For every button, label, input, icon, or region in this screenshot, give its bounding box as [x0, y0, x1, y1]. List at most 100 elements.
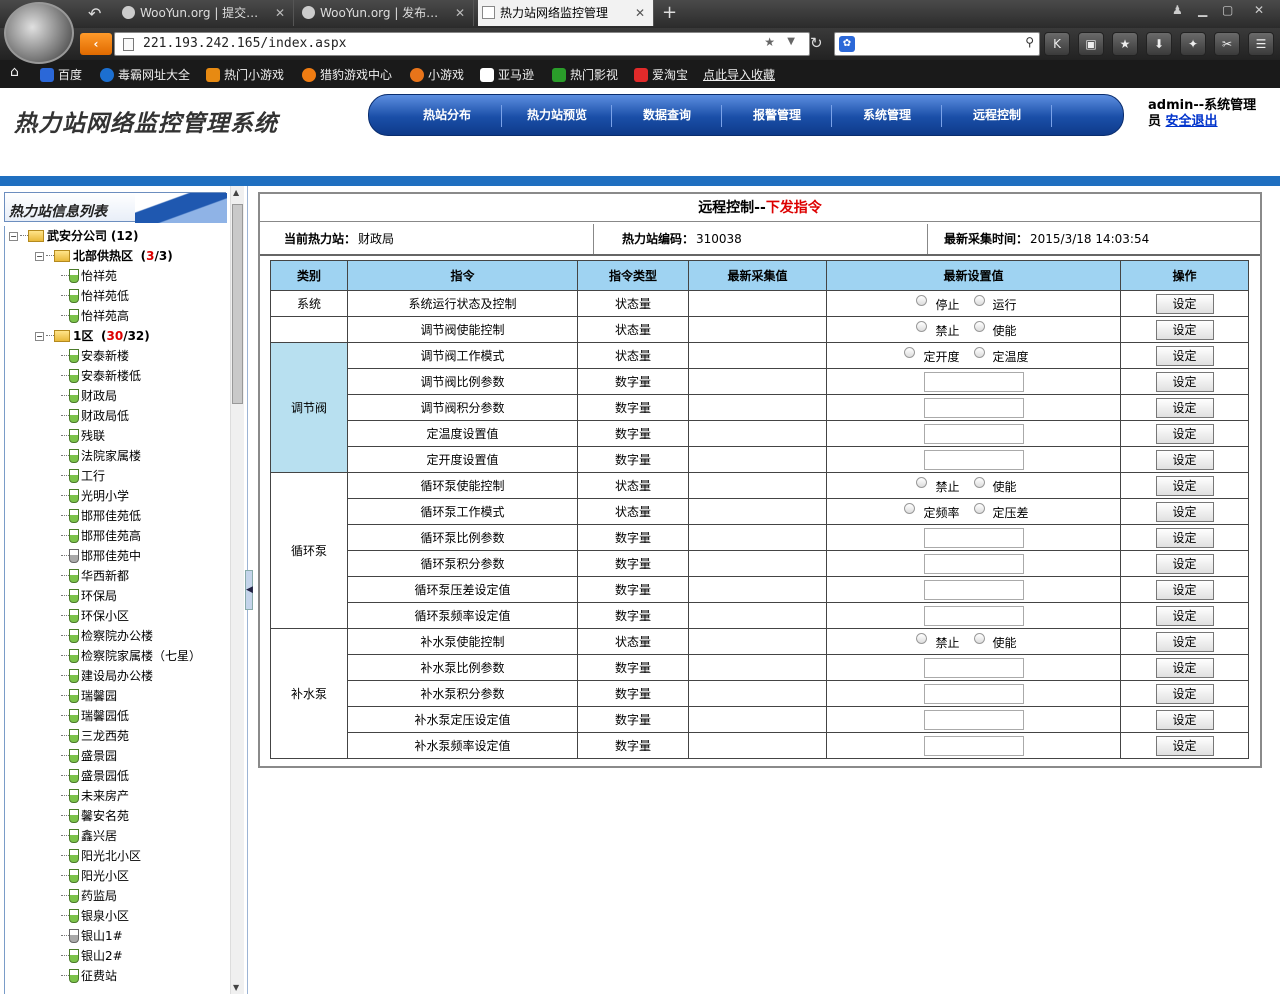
favorites-icon[interactable]: ★: [1112, 32, 1138, 56]
setting-value-input[interactable]: [923, 449, 1024, 470]
home-icon[interactable]: ⌂: [10, 64, 19, 80]
browser-tab-active[interactable]: 热力站网络监控管理 ✕: [478, 0, 654, 26]
tree-node-station[interactable]: 残联: [61, 426, 105, 446]
radio-option[interactable]: [916, 477, 928, 488]
game-icon[interactable]: ✦: [1180, 32, 1206, 56]
bookmark-item[interactable]: 小游戏: [410, 66, 464, 83]
browser-tab[interactable]: WooYun.org | 发布… ✕: [298, 0, 474, 26]
scroll-down-icon[interactable]: ▼: [233, 983, 239, 992]
setting-value-input[interactable]: [923, 709, 1024, 730]
nav-system[interactable]: 系统管理: [832, 95, 942, 135]
radio-option[interactable]: [904, 347, 916, 358]
set-button[interactable]: 设定: [1155, 449, 1214, 470]
tree-node-station[interactable]: 盛景园低: [61, 766, 129, 786]
tree-node-station[interactable]: 安泰新楼: [61, 346, 129, 366]
radio-option[interactable]: [973, 347, 985, 358]
setting-value-input[interactable]: [923, 527, 1024, 548]
tools-icon[interactable]: ✂: [1214, 32, 1240, 56]
search-engine-icon[interactable]: ✿: [839, 36, 855, 52]
set-button[interactable]: 设定: [1155, 735, 1214, 756]
tree-node-station[interactable]: 药监局: [61, 886, 117, 906]
radio-option[interactable]: [973, 321, 985, 332]
tree-node-station[interactable]: 工行: [61, 466, 105, 486]
nav-remote-control[interactable]: 远程控制: [942, 95, 1052, 135]
setting-value-input[interactable]: [923, 397, 1024, 418]
tree-node-district[interactable]: − 北部供热区 (3/3): [35, 246, 173, 266]
set-button[interactable]: 设定: [1155, 657, 1214, 678]
set-button[interactable]: 设定: [1155, 709, 1214, 730]
bookmark-import-link[interactable]: 点此导入收藏: [703, 66, 775, 83]
skin-icon[interactable]: ♟: [1172, 3, 1183, 17]
set-button[interactable]: 设定: [1155, 371, 1214, 392]
bookmark-item[interactable]: 热门小游戏: [206, 66, 284, 83]
set-button[interactable]: 设定: [1155, 319, 1214, 340]
tree-node-station[interactable]: 征费站: [61, 966, 117, 986]
window-close-icon[interactable]: ✕: [1254, 3, 1264, 17]
tree-node-station[interactable]: 怡祥苑: [61, 266, 117, 286]
search-icon[interactable]: ⚲: [1025, 35, 1034, 49]
set-button[interactable]: 设定: [1155, 631, 1214, 652]
tab-close-icon[interactable]: ✕: [635, 0, 645, 26]
address-url[interactable]: 221.193.242.165/index.aspx: [143, 36, 347, 51]
setting-value-input[interactable]: [923, 735, 1024, 756]
lock-icon[interactable]: ▣: [1078, 32, 1104, 56]
setting-value-input[interactable]: [923, 657, 1024, 678]
reload-icon[interactable]: ↻: [810, 34, 823, 52]
tree-node-station[interactable]: 安泰新楼低: [61, 366, 141, 386]
radio-option[interactable]: [916, 295, 928, 306]
logout-link[interactable]: 安全退出: [1166, 114, 1218, 129]
setting-value-input[interactable]: [923, 423, 1024, 444]
tab-close-icon[interactable]: ✕: [275, 0, 285, 26]
radio-option[interactable]: [973, 503, 985, 514]
set-button[interactable]: 设定: [1155, 553, 1214, 574]
tree-node-station[interactable]: 环保小区: [61, 606, 129, 626]
tree-node-station[interactable]: 邯邢佳苑中: [61, 546, 141, 566]
set-button[interactable]: 设定: [1155, 345, 1214, 366]
tree-node-station[interactable]: 阳光小区: [61, 866, 129, 886]
tree-node-station[interactable]: 光明小学: [61, 486, 129, 506]
browser-tab[interactable]: WooYun.org | 提交… ✕: [118, 0, 294, 26]
set-button[interactable]: 设定: [1155, 683, 1214, 704]
radio-option[interactable]: [973, 295, 985, 306]
radio-option[interactable]: [973, 477, 985, 488]
tree-node-station[interactable]: 财政局低: [61, 406, 129, 426]
minimize-icon[interactable]: ▁: [1198, 3, 1207, 17]
tree-node-company[interactable]: − 武安分公司 (12): [9, 226, 139, 246]
set-button[interactable]: 设定: [1155, 579, 1214, 600]
setting-value-input[interactable]: [923, 683, 1024, 704]
tree-node-station[interactable]: 环保局: [61, 586, 117, 606]
tree-node-station[interactable]: 瑞馨园: [61, 686, 117, 706]
tree-node-station[interactable]: 未来房产: [61, 786, 129, 806]
bookmark-star-icon[interactable]: ★: [764, 35, 775, 49]
radio-option[interactable]: [904, 503, 916, 514]
tree-node-station[interactable]: 华西新都: [61, 566, 129, 586]
search-input[interactable]: ✿ ⚲: [834, 32, 1040, 56]
setting-value-input[interactable]: [923, 605, 1024, 626]
set-button[interactable]: 设定: [1155, 527, 1214, 548]
maximize-icon[interactable]: ▢: [1222, 3, 1233, 17]
address-bar[interactable]: 221.193.242.165/index.aspx ★ ▼: [114, 32, 810, 56]
setting-value-input[interactable]: [923, 371, 1024, 392]
bookmark-item[interactable]: 爱淘宝: [634, 66, 688, 83]
set-button[interactable]: 设定: [1155, 423, 1214, 444]
collapse-icon[interactable]: −: [9, 232, 18, 241]
bookmark-item[interactable]: 猎豹游戏中心: [302, 66, 392, 83]
tree-node-station[interactable]: 检察院家属楼（七星）: [61, 646, 201, 666]
browser-logo-icon[interactable]: [4, 2, 74, 64]
tree-node-station[interactable]: 三龙西苑: [61, 726, 129, 746]
tree-node-station[interactable]: 邯邢佳苑高: [61, 526, 141, 546]
tree-node-district[interactable]: −1区 (30/32): [35, 326, 150, 346]
radio-option[interactable]: [916, 633, 928, 644]
nav-data-query[interactable]: 数据查询: [612, 95, 722, 135]
nav-alarm[interactable]: 报警管理: [722, 95, 832, 135]
set-button[interactable]: 设定: [1155, 293, 1214, 314]
tree-node-station[interactable]: 财政局: [61, 386, 117, 406]
radio-option[interactable]: [973, 633, 985, 644]
nav-station-map[interactable]: 热站分布: [392, 95, 502, 135]
tree-node-station[interactable]: 建设局办公楼: [61, 666, 153, 686]
tree-node-station[interactable]: 银山2#: [61, 946, 123, 966]
collapse-icon[interactable]: −: [35, 252, 44, 261]
download-icon[interactable]: ⬇: [1146, 32, 1172, 56]
tree-scrollbar[interactable]: ▲ ▼: [230, 186, 244, 994]
radio-option[interactable]: [916, 321, 928, 332]
